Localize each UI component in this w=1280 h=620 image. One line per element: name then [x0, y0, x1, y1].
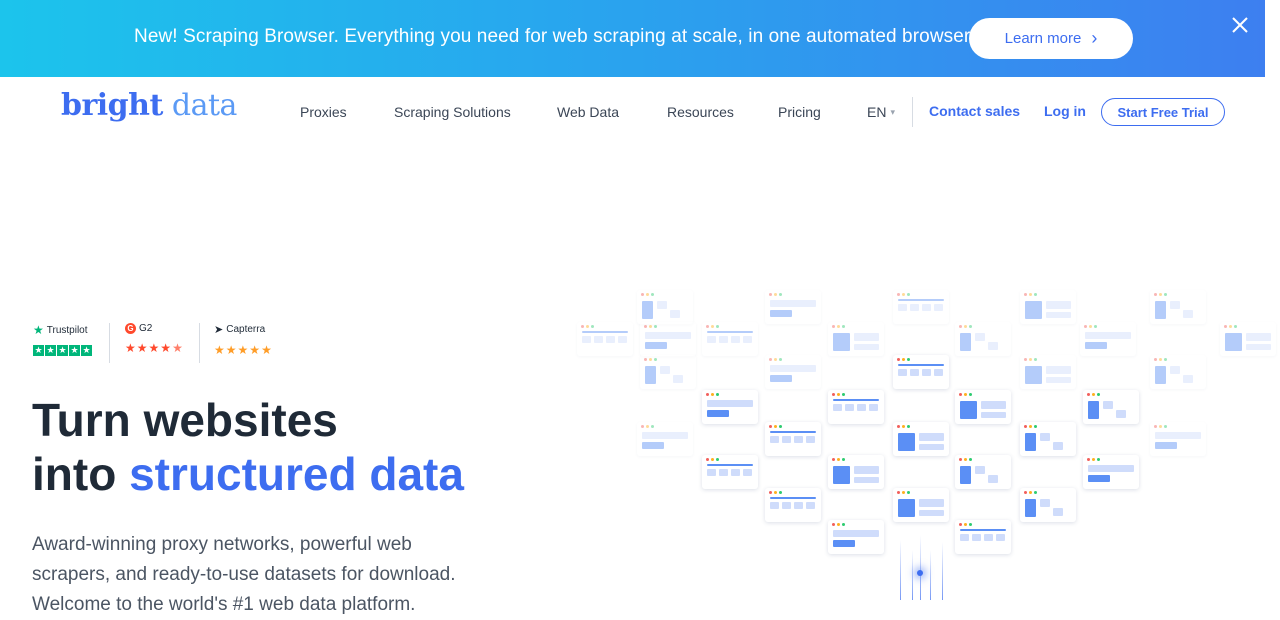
headline-line-2: into structured data [32, 447, 464, 501]
browser-card [955, 520, 1011, 554]
trustpilot-stars: ★ ★ ★ ★ ★ [33, 345, 92, 356]
star-icon: ★ [225, 343, 237, 357]
star-icon: ★ [69, 345, 80, 356]
nav-item-scraping-solutions[interactable]: Scraping Solutions [394, 104, 511, 120]
close-icon[interactable] [1229, 14, 1251, 36]
browser-card [765, 290, 821, 324]
language-label: EN [867, 104, 887, 120]
capterra-stars: ★ ★ ★ ★ ★ [214, 344, 272, 356]
browser-card [765, 422, 821, 456]
browser-card [1020, 488, 1076, 522]
g2-label: G2 [139, 323, 153, 334]
headline-line-1: Turn websites [32, 394, 338, 446]
browser-card [893, 422, 949, 456]
browser-card [1150, 422, 1206, 456]
language-selector[interactable]: EN ▾ [867, 104, 895, 120]
data-beam [930, 550, 931, 600]
nav-item-proxies[interactable]: Proxies [300, 104, 347, 120]
star-icon: ★ [125, 341, 136, 355]
browser-card [1083, 390, 1139, 424]
browser-card [893, 355, 949, 389]
browser-card [1150, 355, 1206, 389]
logo-part-bright: bright [61, 88, 163, 123]
g2-logo-icon: G [125, 323, 136, 334]
browser-card [955, 322, 1011, 356]
announcement-banner: New! Scraping Browser. Everything you ne… [0, 0, 1265, 77]
browser-card [702, 390, 758, 424]
nav-item-resources[interactable]: Resources [667, 104, 734, 120]
learn-more-label: Learn more [1004, 30, 1082, 47]
browser-card [577, 322, 633, 356]
capterra-label: Capterra [226, 324, 266, 335]
star-icon: ★ [148, 341, 160, 355]
browser-card [1150, 290, 1206, 324]
headline-accent: structured data [129, 448, 464, 500]
browser-card [640, 322, 696, 356]
browser-card [765, 355, 821, 389]
capterra-logo-icon: ➤ [214, 324, 224, 336]
rating-divider [199, 323, 200, 363]
bright-data-logo[interactable]: bright data [61, 88, 237, 123]
learn-more-button[interactable]: Learn more › [969, 18, 1133, 59]
nav-item-pricing[interactable]: Pricing [778, 104, 821, 120]
capterra-rating[interactable]: ➤ Capterra ★ ★ ★ ★ ★ [214, 323, 272, 363]
star-icon: ★ [136, 341, 148, 355]
browser-card [702, 455, 758, 489]
nav-item-web-data[interactable]: Web Data [557, 104, 619, 120]
star-icon: ★ [249, 343, 261, 357]
login-link[interactable]: Log in [1044, 103, 1086, 119]
g2-rating[interactable]: G G2 ★ ★ ★ ★ ★ [125, 323, 183, 363]
data-beam [912, 550, 913, 600]
star-icon: ★ [214, 343, 225, 357]
data-glow-dot [917, 570, 923, 576]
star-icon: ★ [81, 345, 92, 356]
contact-sales-link[interactable]: Contact sales [929, 103, 1020, 119]
headline-prefix: into [32, 448, 117, 500]
g2-stars: ★ ★ ★ ★ ★ [125, 342, 183, 354]
hero-headline: Turn websites into structured data [32, 393, 464, 501]
browser-card [637, 422, 693, 456]
browser-card [637, 290, 693, 324]
browser-card [893, 488, 949, 522]
browser-card [1080, 322, 1136, 356]
browser-card [1220, 322, 1276, 356]
data-beam [920, 535, 921, 600]
star-icon: ★ [160, 341, 172, 355]
chevron-down-icon: ▾ [890, 106, 895, 117]
trustpilot-label: Trustpilot [46, 324, 88, 336]
star-icon: ★ [33, 345, 44, 356]
trustpilot-star-icon: ★ [33, 323, 44, 337]
browser-card [1083, 455, 1139, 489]
browser-card [828, 520, 884, 554]
star-icon: ★ [237, 343, 249, 357]
browser-card [1020, 355, 1076, 389]
star-icon: ★ [57, 345, 68, 356]
browser-card [828, 455, 884, 489]
trustpilot-rating[interactable]: ★ Trustpilot ★ ★ ★ ★ ★ [33, 323, 92, 363]
browser-card [828, 322, 884, 356]
browser-card [640, 355, 696, 389]
star-icon: ★ [261, 343, 272, 357]
browser-card [955, 390, 1011, 424]
data-beam [900, 540, 901, 600]
chevron-right-icon: › [1091, 27, 1098, 48]
browser-card [765, 488, 821, 522]
hero-subtext: Award-winning proxy networks, powerful w… [32, 534, 456, 615]
browser-card [1020, 290, 1076, 324]
browser-card [1020, 422, 1076, 456]
data-collection-illustration [560, 280, 1276, 600]
data-beam [942, 542, 943, 600]
browser-card [828, 390, 884, 424]
half-star-icon: ★ [172, 341, 183, 355]
browser-card [955, 455, 1011, 489]
browser-card [702, 322, 758, 356]
logo-part-data: data [171, 88, 238, 123]
star-icon: ★ [45, 345, 56, 356]
banner-text: New! Scraping Browser. Everything you ne… [134, 26, 971, 47]
nav-divider [912, 97, 913, 127]
browser-card [893, 290, 949, 324]
rating-divider [109, 323, 110, 363]
main-nav: bright data Proxies Scraping Solutions W… [0, 77, 1265, 147]
start-free-trial-button[interactable]: Start Free Trial [1101, 98, 1225, 126]
